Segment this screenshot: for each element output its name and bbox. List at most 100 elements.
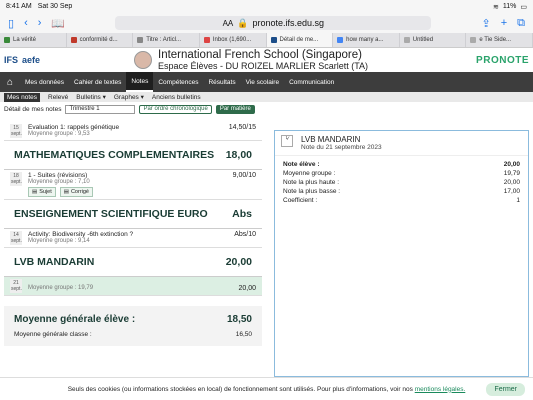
detail-subject: LVB MANDARIN xyxy=(301,135,361,144)
battery-level: 11% xyxy=(502,3,517,10)
grade-row[interactable]: 15 sept. Evaluation 1: rappels génétique… xyxy=(4,122,262,141)
tab-label: Titre : Articl... xyxy=(146,37,182,43)
grade-date: 14 sept. xyxy=(10,231,22,245)
reader-button[interactable]: AA xyxy=(223,19,234,28)
subject-file-button[interactable]: ▤ Sujet xyxy=(28,187,56,197)
sidebar-icon[interactable]: ▯ xyxy=(8,17,14,30)
detail-row: Note élève : 20,00 xyxy=(275,160,528,169)
tabs-icon[interactable]: ⧉ xyxy=(517,17,525,30)
close-cookie-button[interactable]: Fermer xyxy=(486,383,525,396)
bookmarks-icon[interactable]: 📖 xyxy=(51,17,65,30)
subject-name: LVB MANDARIN xyxy=(14,256,95,268)
detail-value: 17,00 xyxy=(503,188,520,195)
browser-tab[interactable]: e Tie Side... xyxy=(466,33,533,47)
grades-list: 15 sept. Evaluation 1: rappels génétique… xyxy=(4,122,262,377)
tab-label: Inbox (1,690... xyxy=(212,37,252,43)
home-icon[interactable]: ⌂ xyxy=(0,72,20,92)
browser-tab[interactable]: how many a... xyxy=(333,33,400,47)
grade-date: 18 sept. xyxy=(10,172,22,186)
overall-average: Moyenne générale élève : 18,50 Moyenne gé… xyxy=(4,306,262,346)
subnav-item[interactable]: Bulletins ▾ xyxy=(76,93,106,101)
subject-header: LVB MANDARIN 20,00 xyxy=(4,248,262,277)
period-select[interactable]: Trimestre 1 xyxy=(65,104,136,114)
nav-item[interactable]: Cahier de textes xyxy=(69,72,126,92)
browser-tab[interactable]: conformité d... xyxy=(67,33,134,47)
cookie-text: Seuls des cookies (ou informations stock… xyxy=(67,385,413,393)
grade-row[interactable]: 18 sept. 1 - Suites (révisions) Moyenne g… xyxy=(4,170,262,200)
aefe-logo: aefe xyxy=(22,55,41,65)
url-text: pronote.ifs.edu.sg xyxy=(252,18,325,28)
nav-item[interactable]: Résultats xyxy=(203,72,240,92)
browser-tab[interactable]: Inbox (1,690... xyxy=(200,33,267,47)
school-header: IFS aefe International French School (Sin… xyxy=(0,48,533,72)
class-average-label: Moyenne générale classe : xyxy=(14,331,92,338)
detail-date: Note du 21 septembre 2023 xyxy=(301,144,382,151)
ifs-logo: IFS xyxy=(4,55,19,65)
tab-strip: La vérité conformité d... Titre : Articl..… xyxy=(0,33,533,48)
back-icon[interactable]: ‹ xyxy=(24,17,28,29)
favicon-icon xyxy=(137,37,144,43)
grade-icon: ⅟ xyxy=(281,135,293,147)
subnav-item[interactable]: Mes notes xyxy=(4,92,40,102)
nav-item[interactable]: Vie scolaire xyxy=(241,72,284,92)
chronological-button[interactable]: Par ordre chronologique xyxy=(139,104,212,114)
favicon-icon xyxy=(4,37,10,43)
favicon-icon xyxy=(203,37,210,43)
detail-value: 1 xyxy=(516,197,520,204)
detail-value: 20,00 xyxy=(503,161,520,168)
favicon-icon xyxy=(337,37,344,43)
grade-row[interactable]: 14 sept. Activity: Biodiversity -6th ext… xyxy=(4,229,262,248)
subject-header: ENSEIGNEMENT SCIENTIFIQUE EURO Abs xyxy=(4,200,262,229)
subject-header: MATHEMATIQUES COMPLEMENTAIRES 18,00 xyxy=(4,141,262,170)
subject-name: ENSEIGNEMENT SCIENTIFIQUE EURO xyxy=(14,208,208,220)
pronote-logo: PRONOTE xyxy=(476,54,529,66)
detail-label: Note élève : xyxy=(283,161,320,168)
student-average-value: 18,50 xyxy=(226,314,252,325)
browser-tab[interactable]: Untitled xyxy=(400,33,467,47)
nav-item[interactable]: Communication xyxy=(284,72,339,92)
forward-icon[interactable]: › xyxy=(38,17,42,29)
browser-tab[interactable]: Détail de me... xyxy=(266,33,334,47)
nav-item[interactable]: Notes xyxy=(126,72,154,92)
nav-item[interactable]: Mes données xyxy=(20,72,69,92)
status-bar: 8:41 AM Sat 30 Sep ≋ 11% ▭ xyxy=(0,0,533,13)
legal-link[interactable]: mentions légales. xyxy=(415,386,466,393)
address-bar[interactable]: AA 🔒 pronote.ifs.edu.sg xyxy=(115,16,432,30)
subnav-item[interactable]: Graphes ▾ xyxy=(114,93,144,101)
nav-item[interactable]: Compétences xyxy=(153,72,203,92)
browser-tab[interactable]: Titre : Articl... xyxy=(133,33,200,47)
sub-nav: Mes notes Relevé Bulletins ▾ Graphes ▾ Ancie… xyxy=(0,92,533,102)
cookie-banner: Seuls des cookies (ou informations stock… xyxy=(0,377,533,400)
battery-icon: ▭ xyxy=(520,3,527,11)
detail-rows: Note élève :20,00 Moyenne groupe :19,79 No… xyxy=(275,156,528,205)
subject-file-label: Sujet xyxy=(39,189,52,195)
subject-average: 18,00 xyxy=(225,149,252,161)
detail-label: Moyenne groupe : xyxy=(283,170,336,177)
class-average-value: 16,50 xyxy=(235,331,252,338)
subject-name: MATHEMATIQUES COMPLEMENTAIRES xyxy=(14,149,215,161)
detail-label: Coefficient : xyxy=(283,197,318,204)
subnav-item[interactable]: Anciens bulletins xyxy=(152,94,201,101)
correction-file-button[interactable]: ▤ Corrigé xyxy=(59,187,93,197)
grade-title: Evaluation 1: rappels génétique xyxy=(28,124,120,131)
detail-label: Note la plus haute : xyxy=(283,179,340,186)
grade-date: 15 sept. xyxy=(10,124,22,138)
clock: 8:41 AM xyxy=(6,3,32,10)
new-tab-icon[interactable]: + xyxy=(501,17,507,29)
filter-bar: Détail de mes notes Trimestre 1 Par ordr… xyxy=(0,103,533,115)
favicon-icon xyxy=(70,37,77,43)
filter-label: Détail de mes notes xyxy=(4,105,62,113)
school-name: International French School (Singapore) xyxy=(158,49,362,61)
by-subject-button[interactable]: Par matière xyxy=(215,104,255,114)
school-logos: IFS aefe xyxy=(4,55,124,65)
browser-tab[interactable]: La vérité xyxy=(0,33,67,47)
student-space: Espace Élèves - DU ROIZEL MARLIER Scarle… xyxy=(158,61,369,71)
group-average: Moyenne groupe : 9,14 xyxy=(28,238,90,244)
subnav-item[interactable]: Relevé xyxy=(48,94,68,101)
share-icon[interactable]: ⇪ xyxy=(481,17,490,30)
tab-label: how many a... xyxy=(346,37,384,43)
grade-row-selected[interactable]: 21 sept. Moyenne groupe : 19,79 20,00 xyxy=(4,277,262,296)
browser-toolbar: ▯ ‹ › 📖 AA 🔒 pronote.ifs.edu.sg ⇪ + ⧉ xyxy=(0,13,533,33)
avatar[interactable] xyxy=(134,51,152,69)
date: Sat 30 Sep xyxy=(37,3,73,10)
